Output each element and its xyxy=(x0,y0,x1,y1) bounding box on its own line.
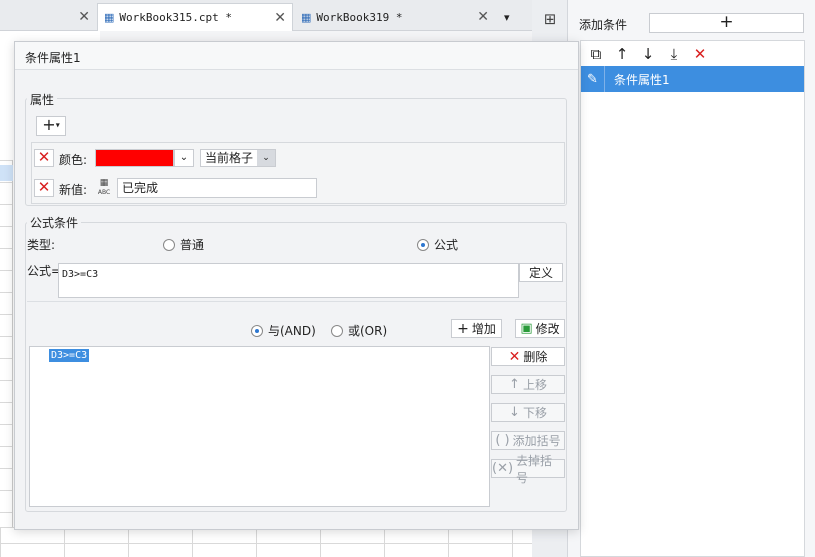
add-bracket-label: 添加括号 xyxy=(512,434,561,448)
type-normal-radio[interactable]: 普通 xyxy=(163,236,204,253)
close-icon[interactable]: ✕ xyxy=(274,10,286,26)
color-label: 颜色: xyxy=(59,153,88,167)
scope-value: 当前格子 xyxy=(205,151,254,165)
or-radio[interactable]: 或(OR) xyxy=(331,322,387,339)
condition-attribute-dialog: 条件属性1 属性 +▾ ✕ 颜色: ⌄ 当前格子 ⌄ ✕ 新值: ▦ ABC 已完… xyxy=(14,41,579,530)
add-condition-label: 添加条件 xyxy=(579,18,628,32)
add-label: 增加 xyxy=(471,322,496,336)
attributes-group-title: 属性 xyxy=(27,91,58,108)
tab-menu-icon[interactable]: ▾ xyxy=(498,3,528,31)
condition-panel: 添加条件 + ⧉ ↑ ↓ ⤓ ✕ ✎ 条件属性1 xyxy=(568,0,815,557)
condition-rows-list[interactable]: D3>=C3 xyxy=(29,346,490,507)
condition-item-label: 条件属性1 xyxy=(614,72,670,87)
define-button[interactable]: 定义 xyxy=(519,263,563,282)
move-up-button[interactable]: ↑ 上移 xyxy=(491,375,565,394)
workbook-icon: ▦ xyxy=(301,10,312,24)
tab-workbook319[interactable]: ▦ WorkBook319 * ✕ xyxy=(295,3,495,31)
delete-button[interactable]: ✕ 删除 xyxy=(491,347,565,366)
type-formula-label: 公式 xyxy=(434,238,459,252)
delete-icon[interactable]: ✕ xyxy=(691,45,709,63)
new-value-input[interactable]: 已完成 xyxy=(117,178,317,198)
radio-dot xyxy=(163,238,175,251)
condition-list: ⧉ ↑ ↓ ⤓ ✕ ✎ 条件属性1 xyxy=(580,40,805,557)
and-label: 与(AND) xyxy=(268,324,316,338)
remove-bracket-button[interactable]: (✕) 去掉括号 xyxy=(491,454,565,485)
tab-bar: ✕ ▦ WorkBook315.cpt * ✕ ▦ WorkBook319 * … xyxy=(0,0,532,31)
abc-icon[interactable]: ▦ ABC xyxy=(95,179,113,197)
remove-new-value-button[interactable]: ✕ xyxy=(34,179,54,197)
bracket-icon: ( ) xyxy=(495,433,510,448)
scope-select[interactable]: 当前格子 ⌄ xyxy=(200,149,276,167)
radio-dot xyxy=(331,324,343,337)
remove-bracket-icon: (✕) xyxy=(492,461,514,476)
pencil-icon: ✎ xyxy=(581,66,605,92)
condition-item[interactable]: ✎ 条件属性1 xyxy=(581,66,804,92)
add-bracket-button[interactable]: ( ) 添加括号 xyxy=(491,431,565,450)
tab-label: WorkBook315.cpt * xyxy=(119,11,232,24)
type-normal-label: 普通 xyxy=(180,238,205,252)
selected-cell xyxy=(0,165,13,181)
color-swatch[interactable] xyxy=(95,149,174,167)
workbook-icon: ▦ xyxy=(104,11,115,24)
formula-condition-title: 公式条件 xyxy=(27,214,82,231)
modify-label: 修改 xyxy=(535,322,560,336)
new-value-label: 新值: xyxy=(59,183,88,197)
arrow-up-icon: ↑ xyxy=(509,377,520,392)
move-down-button[interactable]: ↓ 下移 xyxy=(491,403,565,422)
close-icon[interactable]: ✕ xyxy=(78,9,90,25)
condition-toolbar: ⧉ ↑ ↓ ⤓ ✕ xyxy=(581,41,804,66)
tab-previous[interactable]: ✕ xyxy=(0,3,96,31)
condition-row[interactable]: D3>=C3 xyxy=(49,349,90,362)
arrow-down-icon: ↓ xyxy=(509,405,520,420)
chevron-down-icon: ⌄ xyxy=(257,150,275,166)
or-label: 或(OR) xyxy=(348,324,388,338)
modify-button[interactable]: ▣ 修改 xyxy=(515,319,565,338)
move-up-label: 上移 xyxy=(522,378,547,392)
cell-grid xyxy=(0,527,532,557)
move-down-label: 下移 xyxy=(522,406,547,420)
add-attribute-button[interactable]: +▾ xyxy=(36,116,66,136)
define-label: 定义 xyxy=(528,266,553,280)
plus-icon: + xyxy=(457,320,469,337)
and-radio[interactable]: 与(AND) xyxy=(251,322,316,339)
divider xyxy=(27,301,567,302)
radio-dot xyxy=(251,324,263,337)
remove-bracket-label: 去掉括号 xyxy=(516,453,553,485)
add-condition-row-button[interactable]: + 增加 xyxy=(451,319,502,338)
tab-workbook315[interactable]: ▦ WorkBook315.cpt * ✕ xyxy=(97,3,293,31)
dialog-title: 条件属性1 xyxy=(15,42,578,70)
delete-label: 删除 xyxy=(523,350,548,364)
edit-icon: ▣ xyxy=(520,321,533,336)
arrow-down-icon[interactable]: ↓ xyxy=(639,45,657,63)
plus-icon: + xyxy=(42,115,56,134)
formula-label: 公式= xyxy=(27,264,62,278)
type-label: 类型: xyxy=(27,238,56,252)
type-formula-radio[interactable]: 公式 xyxy=(417,236,458,253)
arrow-up-icon[interactable]: ↑ xyxy=(613,45,631,63)
tab-label: WorkBook319 * xyxy=(316,10,403,24)
formula-input[interactable]: D3>=C3 xyxy=(58,263,519,298)
delete-icon: ✕ xyxy=(508,348,521,365)
add-condition-button[interactable]: + xyxy=(649,13,804,33)
row-headers xyxy=(0,160,13,527)
radio-dot xyxy=(417,238,429,251)
remove-color-button[interactable]: ✕ xyxy=(34,149,54,167)
abc-icon-text: ABC xyxy=(97,189,111,196)
copy-icon[interactable]: ⧉ xyxy=(587,45,605,63)
color-dropdown-icon[interactable]: ⌄ xyxy=(174,149,194,167)
move-bottom-icon[interactable]: ⤓ xyxy=(665,45,683,63)
close-icon[interactable]: ✕ xyxy=(477,9,489,25)
condition-attribute-icon[interactable]: ⊞ xyxy=(541,10,559,28)
chevron-down-icon: ▾ xyxy=(55,120,60,130)
